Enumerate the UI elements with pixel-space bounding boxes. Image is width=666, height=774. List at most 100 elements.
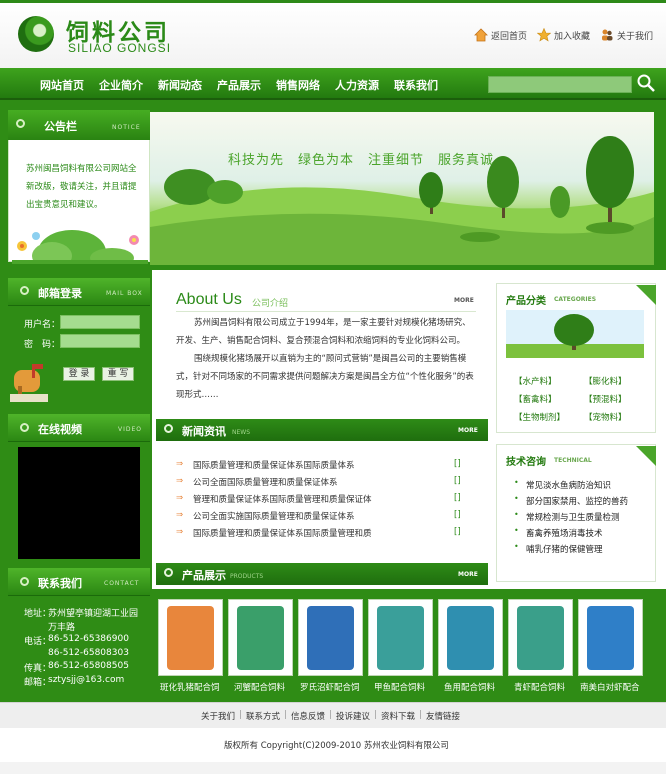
- tech-title-en: TECHNICAL: [554, 457, 592, 464]
- notice-title-en: NOTICE: [112, 124, 141, 131]
- people-icon: [602, 29, 613, 41]
- category-link[interactable]: 【畜禽料】: [514, 393, 557, 405]
- bullet-icon: ⇒: [176, 459, 184, 469]
- address-value-line1: 苏州望亭镇迎湖工业园: [48, 609, 139, 619]
- contact-title: 联系我们: [38, 577, 82, 590]
- nav-item-products[interactable]: 产品展示: [217, 77, 261, 93]
- username-label: 用户名：: [24, 320, 61, 330]
- footer-link[interactable]: 投诉建议: [336, 710, 370, 722]
- news-item[interactable]: 国际质量管理和质量保证体系国际质量体系: [193, 459, 355, 471]
- product-bag-icon: [237, 606, 284, 670]
- news-item-date: []: [454, 459, 461, 469]
- email-label: 邮箱：: [24, 678, 52, 688]
- username-field[interactable]: [60, 315, 140, 329]
- footer-separator: |: [239, 710, 242, 720]
- product-card[interactable]: [368, 599, 433, 676]
- bullet-icon: •: [514, 542, 519, 551]
- footer-link[interactable]: 联系方式: [246, 710, 280, 722]
- product-name[interactable]: 青虾配合饲料: [514, 681, 565, 693]
- nav-item-company[interactable]: 企业简介: [99, 77, 143, 93]
- category-link[interactable]: 【宠物料】: [584, 411, 627, 423]
- footer-links-bar: [0, 702, 666, 728]
- product-name[interactable]: 罗氏沼虾配合饲: [300, 681, 360, 693]
- news-item[interactable]: 公司全面国际质量管理和质量保证体系: [193, 476, 338, 488]
- favorite-link[interactable]: 加入收藏: [537, 28, 590, 42]
- category-link[interactable]: 【膨化料】: [584, 375, 627, 387]
- product-card[interactable]: [578, 599, 643, 676]
- news-item-date: []: [454, 510, 461, 520]
- mail-login-title-en: MAIL BOX: [106, 290, 143, 297]
- tech-link[interactable]: 哺乳仔猪的保健管理: [526, 543, 603, 555]
- video-title-en: VIDEO: [118, 426, 143, 433]
- nav-item-contact[interactable]: 联系我们: [394, 77, 438, 93]
- category-link[interactable]: 【水产料】: [514, 375, 557, 387]
- password-label: 密 码：: [24, 340, 61, 350]
- corner-tag-icon: [636, 285, 656, 305]
- bullet-icon: ⇒: [176, 476, 184, 486]
- star-icon: [537, 28, 551, 42]
- product-bag-icon: [447, 606, 494, 670]
- email-value[interactable]: sztysjj@163.com: [48, 675, 124, 685]
- product-name[interactable]: 斑化乳猪配合饲: [160, 681, 220, 693]
- tech-link[interactable]: 常规检测与卫生质量检测: [526, 511, 620, 523]
- tech-link[interactable]: 部分国家禁用、监控的兽药: [526, 495, 628, 507]
- nav-item-sales[interactable]: 销售网络: [276, 77, 320, 93]
- product-name[interactable]: 南美白对虾配合: [580, 681, 640, 693]
- nav-item-hr[interactable]: 人力资源: [335, 77, 379, 93]
- product-name[interactable]: 甲鱼配合饲料: [374, 681, 425, 693]
- address-value-line2: 万丰路: [48, 623, 76, 633]
- mailbox-icon: [10, 364, 48, 402]
- contact-dot-icon: [20, 577, 29, 589]
- hero-banner: [150, 112, 654, 265]
- reset-button[interactable]: 重 写: [102, 367, 134, 381]
- category-link[interactable]: 【生物制剂】: [514, 411, 565, 423]
- categories-title: 产品分类: [506, 296, 546, 307]
- search-input[interactable]: [488, 76, 632, 93]
- product-card[interactable]: [158, 599, 223, 676]
- product-card[interactable]: [298, 599, 363, 676]
- tech-link[interactable]: 常见淡水鱼病防治知识: [526, 479, 611, 491]
- footer-separator: |: [419, 710, 422, 720]
- category-link[interactable]: 【预混料】: [584, 393, 627, 405]
- footer-link[interactable]: 资料下载: [381, 710, 415, 722]
- search-icon[interactable]: [636, 73, 656, 93]
- product-card[interactable]: [508, 599, 573, 676]
- product-card[interactable]: [438, 599, 503, 676]
- news-item-date: []: [454, 476, 461, 486]
- news-title: 新闻资讯: [182, 425, 226, 438]
- bullet-icon: ⇒: [176, 493, 184, 503]
- tech-link[interactable]: 畜禽养殖场消毒技术: [526, 527, 603, 539]
- products-more-link[interactable]: MORE: [458, 571, 478, 578]
- home-icon: [474, 28, 488, 42]
- footer-link[interactable]: 信息反馈: [291, 710, 325, 722]
- bullet-icon: •: [514, 478, 519, 487]
- about-more-link[interactable]: MORE: [454, 297, 474, 304]
- nav-item-news[interactable]: 新闻动态: [158, 77, 202, 93]
- nav-item-home[interactable]: 网站首页: [40, 77, 84, 93]
- product-bag-icon: [517, 606, 564, 670]
- product-name[interactable]: 鱼用配合饲料: [444, 681, 495, 693]
- home-link[interactable]: 返回首页: [474, 28, 527, 42]
- news-item[interactable]: 管理和质量保证体系国际质量管理和质量保证体: [193, 493, 372, 505]
- logo-icon[interactable]: [18, 16, 54, 52]
- copyright-text: 版权所有 Copyright(C)2009-2010 苏州农业饲料有限公司: [224, 741, 449, 751]
- footer-link[interactable]: 友情链接: [426, 710, 460, 722]
- about-paragraph-1: 苏州闽昌饲料有限公司成立于1994年，是一家主要针对规模化猪场研究、开发、生产、…: [176, 318, 471, 346]
- bullet-icon: ⇒: [176, 510, 184, 520]
- bullet-icon: ⇒: [176, 527, 184, 537]
- favorite-link-label: 加入收藏: [554, 31, 591, 42]
- product-name[interactable]: 河蟹配合饲料: [234, 681, 285, 693]
- video-player[interactable]: [18, 447, 140, 559]
- about-link[interactable]: 关于我们: [600, 28, 653, 42]
- corner-tag-icon: [636, 446, 656, 466]
- notice-title: 公告栏: [44, 120, 77, 133]
- product-card[interactable]: [228, 599, 293, 676]
- news-item[interactable]: 公司全面实施国际质量管理和质量保证体系: [193, 510, 355, 522]
- password-field[interactable]: [60, 334, 140, 348]
- news-more-link[interactable]: MORE: [458, 427, 478, 434]
- login-button[interactable]: 登 录: [63, 367, 95, 381]
- about-paragraph-2: 围绕规模化猪场展开以直销为主的“顾问式营销”是闽昌公司的主要销售模式，针对不同场…: [176, 354, 474, 400]
- footer-link[interactable]: 关于我们: [201, 710, 235, 722]
- news-item[interactable]: 国际质量管理和质量保证体系国际质量管理和质: [193, 527, 372, 539]
- news-item-date: []: [454, 493, 461, 503]
